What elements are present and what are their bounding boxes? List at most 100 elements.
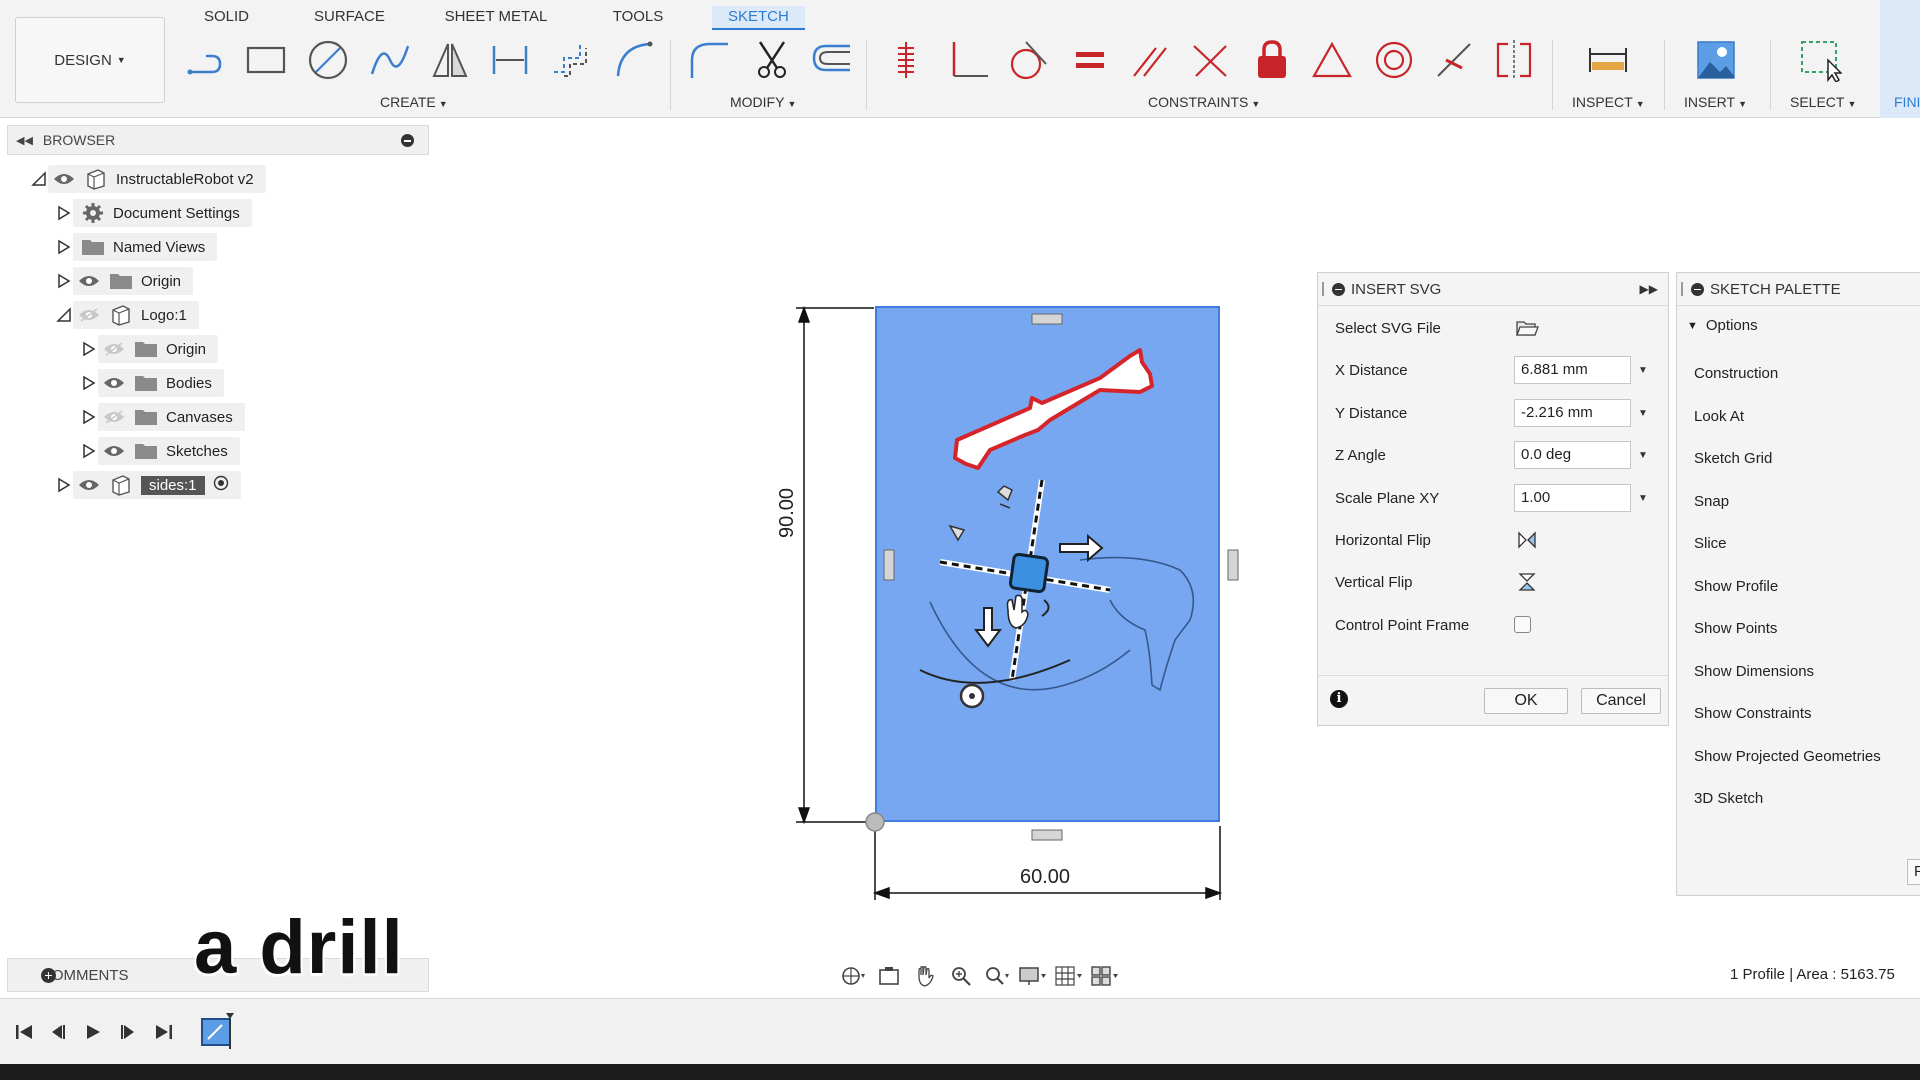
expand-triangle-icon[interactable] <box>55 476 73 494</box>
palette-option-show-points[interactable]: Show Points <box>1694 620 1777 637</box>
finish-sketch-button[interactable]: FINI <box>1880 0 1920 118</box>
hidden-eye-icon[interactable] <box>102 339 126 359</box>
tab-solid[interactable]: SOLID <box>204 6 249 30</box>
modify-menu[interactable]: MODIFY ▼ <box>730 94 796 110</box>
equal-constraint-icon[interactable] <box>1066 36 1114 84</box>
concentric-constraint-icon[interactable] <box>1370 36 1418 84</box>
collapse-palette-icon[interactable] <box>1691 282 1704 296</box>
x-distance-dropdown-icon[interactable]: ▼ <box>1638 365 1648 376</box>
go-to-end-icon[interactable] <box>152 1021 176 1043</box>
rectangle-tool-icon[interactable] <box>242 36 290 84</box>
palette-option-3d-sketch[interactable]: 3D Sketch <box>1694 790 1763 807</box>
horizontal-flip-icon[interactable] <box>1514 528 1540 552</box>
tree-item-instructablerobot-v2[interactable]: InstructableRobot v2 <box>30 165 266 193</box>
create-menu[interactable]: CREATE ▼ <box>380 94 448 110</box>
horizontal-vertical-constraint-icon[interactable] <box>944 36 992 84</box>
palette-option-show-projected-geometries[interactable]: Show Projected Geometries <box>1694 748 1881 765</box>
expand-triangle-icon[interactable] <box>80 408 98 426</box>
workspace-dropdown[interactable]: DESIGN ▼ <box>15 17 165 103</box>
select-menu[interactable]: SELECT ▼ <box>1790 94 1856 110</box>
arc-tool-icon[interactable] <box>610 36 658 84</box>
collapse-triangle-icon[interactable] <box>30 170 48 188</box>
expand-triangle-icon[interactable] <box>55 272 73 290</box>
display-settings-icon[interactable] <box>1018 962 1048 990</box>
panel-grip-icon[interactable] <box>1322 282 1324 296</box>
midpoint-constraint-icon[interactable] <box>1308 36 1356 84</box>
palette-option-sketch-grid[interactable]: Sketch Grid <box>1694 450 1772 467</box>
palette-option-look-at[interactable]: Look At <box>1694 408 1744 425</box>
symmetry-constraint-icon[interactable] <box>1490 36 1538 84</box>
mirror-tool-icon[interactable] <box>426 36 474 84</box>
look-at-icon[interactable] <box>874 962 904 990</box>
height-dimension-value[interactable]: 90.00 <box>776 488 799 538</box>
tab-surface[interactable]: SURFACE <box>314 6 385 30</box>
panel-grip-icon[interactable] <box>1681 282 1683 296</box>
parallel-constraint-icon[interactable] <box>1126 36 1174 84</box>
y-distance-dropdown-icon[interactable]: ▼ <box>1638 408 1648 419</box>
go-to-start-icon[interactable] <box>12 1021 36 1043</box>
scale-plane-dropdown-icon[interactable]: ▼ <box>1638 493 1648 504</box>
tab-sketch[interactable]: SKETCH <box>712 6 805 30</box>
x-distance-input[interactable]: 6.881 mm <box>1514 356 1631 384</box>
step-back-icon[interactable] <box>46 1021 70 1043</box>
zoom-window-icon[interactable] <box>982 962 1012 990</box>
options-section-toggle[interactable]: ▼ Options <box>1687 317 1758 334</box>
measure-icon[interactable] <box>1584 36 1632 84</box>
vertical-flip-icon[interactable] <box>1514 570 1540 594</box>
activate-component-radio-icon[interactable] <box>213 475 229 496</box>
tree-item-sketches[interactable]: Sketches <box>80 437 240 465</box>
tree-item-logo-1[interactable]: Logo:1 <box>55 301 199 329</box>
palette-option-show-profile[interactable]: Show Profile <box>1694 578 1778 595</box>
tangent-constraint-icon[interactable] <box>1004 36 1052 84</box>
fillet-tool-icon[interactable] <box>686 36 734 84</box>
collapse-browser-icon[interactable]: ◀◀ <box>16 134 33 147</box>
visibility-eye-icon[interactable] <box>77 271 101 291</box>
orbit-icon[interactable] <box>838 962 868 990</box>
scale-plane-input[interactable]: 1.00 <box>1514 484 1631 512</box>
palette-option-show-dimensions[interactable]: Show Dimensions <box>1694 663 1814 680</box>
expand-triangle-icon[interactable] <box>80 442 98 460</box>
tree-item-document-settings[interactable]: Document Settings <box>55 199 252 227</box>
tree-item-canvases[interactable]: Canvases <box>80 403 245 431</box>
minimize-browser-icon[interactable] <box>401 134 414 147</box>
tree-item-origin[interactable]: Origin <box>80 335 219 363</box>
window-select-icon[interactable] <box>1796 36 1844 84</box>
expand-triangle-icon[interactable] <box>80 374 98 392</box>
cancel-button[interactable]: Cancel <box>1581 688 1661 714</box>
viewports-icon[interactable] <box>1090 962 1120 990</box>
play-icon[interactable] <box>81 1021 105 1043</box>
collapse-triangle-icon[interactable] <box>55 306 73 324</box>
perpendicular-constraint-icon[interactable] <box>1186 36 1234 84</box>
tab-sheet-metal[interactable]: SHEET METAL <box>444 6 548 30</box>
visibility-eye-icon[interactable] <box>102 373 126 393</box>
timeline-sketch-feature-icon[interactable] <box>200 1013 234 1049</box>
hidden-eye-icon[interactable] <box>102 407 126 427</box>
collinear-constraint-icon[interactable] <box>1430 36 1478 84</box>
ok-button[interactable]: OK <box>1484 688 1568 714</box>
expand-triangle-icon[interactable] <box>80 340 98 358</box>
info-icon[interactable]: i <box>1330 690 1348 708</box>
y-distance-input[interactable]: -2.216 mm <box>1514 399 1631 427</box>
offset-curve-icon[interactable] <box>808 36 856 84</box>
circle-tool-icon[interactable] <box>304 36 352 84</box>
step-forward-icon[interactable] <box>116 1021 140 1043</box>
palette-option-show-constraints[interactable]: Show Constraints <box>1694 705 1812 722</box>
z-angle-dropdown-icon[interactable]: ▼ <box>1638 450 1648 461</box>
tree-item-origin[interactable]: Origin <box>55 267 194 295</box>
open-folder-icon[interactable] <box>1514 316 1540 340</box>
visibility-eye-icon[interactable] <box>77 475 101 495</box>
control-point-frame-checkbox[interactable] <box>1514 616 1531 633</box>
palette-option-construction[interactable]: Construction <box>1694 365 1778 382</box>
tab-tools[interactable]: TOOLS <box>612 6 664 30</box>
finish-sketch-palette-button[interactable]: Fi <box>1907 859 1920 885</box>
collapse-panel-icon[interactable] <box>1332 282 1345 296</box>
spline-tool-icon[interactable] <box>366 36 414 84</box>
insert-image-icon[interactable] <box>1692 36 1740 84</box>
width-dimension-value[interactable]: 60.00 <box>1020 866 1070 889</box>
z-angle-input[interactable]: 0.0 deg <box>1514 441 1631 469</box>
offset-tool-icon[interactable] <box>548 36 596 84</box>
tree-item-bodies[interactable]: Bodies <box>80 369 224 397</box>
palette-option-snap[interactable]: Snap <box>1694 493 1729 510</box>
expand-triangle-icon[interactable] <box>55 204 73 222</box>
hidden-eye-icon[interactable] <box>77 305 101 325</box>
